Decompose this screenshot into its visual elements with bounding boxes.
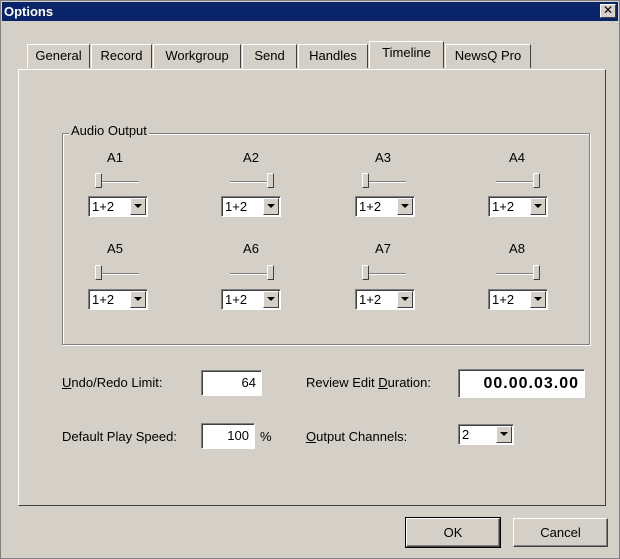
slider-thumb[interactable] <box>362 265 369 280</box>
chevron-down-icon[interactable] <box>263 198 279 215</box>
tab-workgroup[interactable]: Workgroup <box>153 44 241 68</box>
output-channels-value: 2 <box>462 427 470 442</box>
default-play-speed-label: Default Play Speed: <box>62 429 177 444</box>
channel-route-a1[interactable]: 1+2 <box>88 196 148 217</box>
chevron-down-icon[interactable] <box>397 198 413 215</box>
channel-label-a7: A7 <box>375 241 391 256</box>
channel-label-a5: A5 <box>107 241 123 256</box>
default-play-speed-field[interactable]: 100 <box>201 423 255 449</box>
channel-label-a1: A1 <box>107 150 123 165</box>
chevron-down-icon[interactable] <box>130 198 146 215</box>
chevron-down-icon[interactable] <box>263 291 279 308</box>
tab-send[interactable]: Send <box>242 44 297 68</box>
channel-route-a3[interactable]: 1+2 <box>355 196 415 217</box>
channel-label-a2: A2 <box>243 150 259 165</box>
title-bar: Options ✕ <box>2 2 618 21</box>
output-channels-select[interactable]: 2 <box>458 424 514 445</box>
route-value: 1+2 <box>492 292 515 307</box>
channel-route-a5[interactable]: 1+2 <box>88 289 148 310</box>
channel-slider-a3[interactable] <box>359 169 409 189</box>
channel-route-a7[interactable]: 1+2 <box>355 289 415 310</box>
route-value: 1+2 <box>359 199 382 214</box>
audio-output-label: Audio Output <box>69 123 149 138</box>
channel-route-a2[interactable]: 1+2 <box>221 196 281 217</box>
route-value: 1+2 <box>225 292 248 307</box>
channel-label-a6: A6 <box>243 241 259 256</box>
chevron-down-icon[interactable] <box>530 198 546 215</box>
channel-slider-a5[interactable] <box>92 261 142 281</box>
slider-thumb[interactable] <box>95 265 102 280</box>
slider-thumb[interactable] <box>95 173 102 188</box>
slider-thumb[interactable] <box>267 265 274 280</box>
slider-thumb[interactable] <box>267 173 274 188</box>
slider-thumb[interactable] <box>533 265 540 280</box>
route-value: 1+2 <box>359 292 382 307</box>
channel-route-a4[interactable]: 1+2 <box>488 196 548 217</box>
chevron-down-icon[interactable] <box>130 291 146 308</box>
channel-route-a6[interactable]: 1+2 <box>221 289 281 310</box>
route-value: 1+2 <box>92 292 115 307</box>
channel-slider-a4[interactable] <box>493 169 543 189</box>
route-value: 1+2 <box>225 199 248 214</box>
channel-slider-a2[interactable] <box>227 169 277 189</box>
channel-label-a8: A8 <box>509 241 525 256</box>
chevron-down-icon[interactable] <box>496 426 512 443</box>
review-edit-duration-field[interactable]: 00.00.03.00 <box>458 369 585 398</box>
slider-thumb[interactable] <box>533 173 540 188</box>
options-dialog: Options ✕ General Record Workgroup Send … <box>0 0 620 559</box>
percent-unit: % <box>260 429 272 444</box>
undo-redo-limit-label: Undo/Redo Limit: <box>62 375 163 390</box>
chevron-down-icon[interactable] <box>397 291 413 308</box>
review-edit-duration-label: Review Edit Duration: <box>306 375 432 390</box>
ok-button[interactable]: OK <box>405 517 501 548</box>
chevron-down-icon[interactable] <box>530 291 546 308</box>
channel-slider-a1[interactable] <box>92 169 142 189</box>
cancel-button[interactable]: Cancel <box>513 518 608 547</box>
tab-handles[interactable]: Handles <box>298 44 368 68</box>
close-icon[interactable]: ✕ <box>600 4 616 18</box>
route-value: 1+2 <box>92 199 115 214</box>
tab-general[interactable]: General <box>27 44 90 68</box>
channel-route-a8[interactable]: 1+2 <box>488 289 548 310</box>
route-value: 1+2 <box>492 199 515 214</box>
tab-timeline[interactable]: Timeline <box>369 41 444 68</box>
channel-slider-a8[interactable] <box>493 261 543 281</box>
slider-thumb[interactable] <box>362 173 369 188</box>
output-channels-label: Output Channels: <box>306 429 408 444</box>
undo-redo-limit-field[interactable]: 64 <box>201 370 262 396</box>
tab-newsq-pro[interactable]: NewsQ Pro <box>445 44 531 68</box>
dialog-title: Options <box>4 4 54 19</box>
tab-record[interactable]: Record <box>91 44 152 68</box>
channel-label-a4: A4 <box>509 150 525 165</box>
channel-label-a3: A3 <box>375 150 391 165</box>
channel-slider-a7[interactable] <box>359 261 409 281</box>
channel-slider-a6[interactable] <box>227 261 277 281</box>
